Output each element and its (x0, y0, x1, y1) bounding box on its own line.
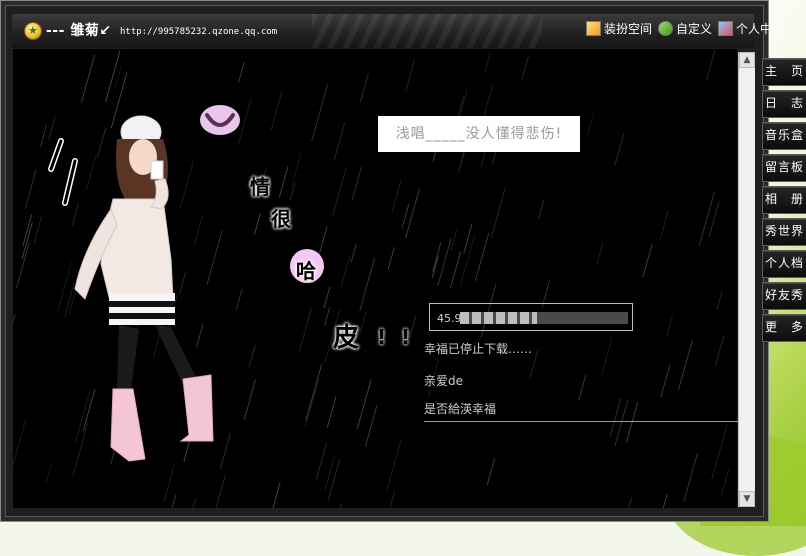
nav-item-blog[interactable]: 日 志 (762, 90, 806, 118)
nav-item-more[interactable]: 更 多 (762, 314, 806, 342)
music-player-progress[interactable]: 45.9 (429, 303, 633, 331)
progress-track[interactable] (460, 312, 628, 324)
nav-item-home[interactable]: 主 页 (762, 58, 806, 86)
personal-center-label: 个人中心 (735, 22, 784, 36)
customize-link[interactable]: 自定义 (657, 20, 712, 37)
customize-icon (657, 21, 673, 36)
music-line-2: 是否給渶幸福 (424, 402, 497, 416)
dress-up-label: 装扮空间 (603, 22, 652, 36)
decor-char-ha: 哈 (296, 259, 316, 283)
progress-fill (460, 312, 538, 324)
scroll-down-button[interactable]: ▼ (739, 491, 755, 507)
dress-up-icon (585, 21, 601, 36)
nav-item-friends-show[interactable]: 好友秀 (762, 282, 806, 310)
nav-item-show-world[interactable]: 秀世界 (762, 218, 806, 246)
music-divider (424, 421, 738, 422)
vertical-scrollbar[interactable]: ▲ ▼ (738, 52, 755, 507)
decor-char-hen: 很 (271, 207, 291, 231)
space-url[interactable]: http://995785232.qzone.qq.com (120, 27, 277, 37)
nav-item-profile[interactable]: 个人档 (762, 250, 806, 278)
nav-item-music-box[interactable]: 音乐盒 (762, 122, 806, 150)
space-name[interactable]: --- 雏菊↙ (46, 20, 112, 40)
main-stage: 情 很 哈 皮 ! ! (13, 49, 737, 508)
decor-char-pi: 皮 (333, 323, 360, 353)
music-status-text: 幸福已停止下载…… (424, 342, 533, 356)
scroll-up-button[interactable]: ▲ (739, 52, 755, 68)
banner-caption: 浅唱_____没人懂得悲伤! (378, 116, 580, 152)
decor-char-qing: 情 (250, 175, 270, 199)
nav-item-album[interactable]: 相 册 (762, 186, 806, 214)
sidebar-nav: 主 页 日 志 音乐盒 留言板 相 册 秀世界 个人档 好友秀 更 多 (762, 58, 806, 346)
personal-center-link[interactable]: 个人中心 (717, 20, 784, 37)
decor-exclamation-1: ! (377, 325, 387, 349)
music-line-1: 亲爱de (424, 374, 464, 388)
nav-item-message-board[interactable]: 留言板 (762, 154, 806, 182)
dress-up-link[interactable]: 装扮空间 (585, 20, 652, 37)
girl-illustration (48, 105, 324, 462)
progress-value: 45.9 (437, 312, 462, 325)
personal-center-icon (717, 21, 733, 36)
qzone-logo-icon[interactable]: ★ (24, 22, 42, 40)
top-toolbar: 装扮空间 自定义 个人中心 (585, 20, 784, 37)
decor-exclamation-2: ! (401, 325, 411, 349)
customize-label: 自定义 (675, 22, 712, 36)
